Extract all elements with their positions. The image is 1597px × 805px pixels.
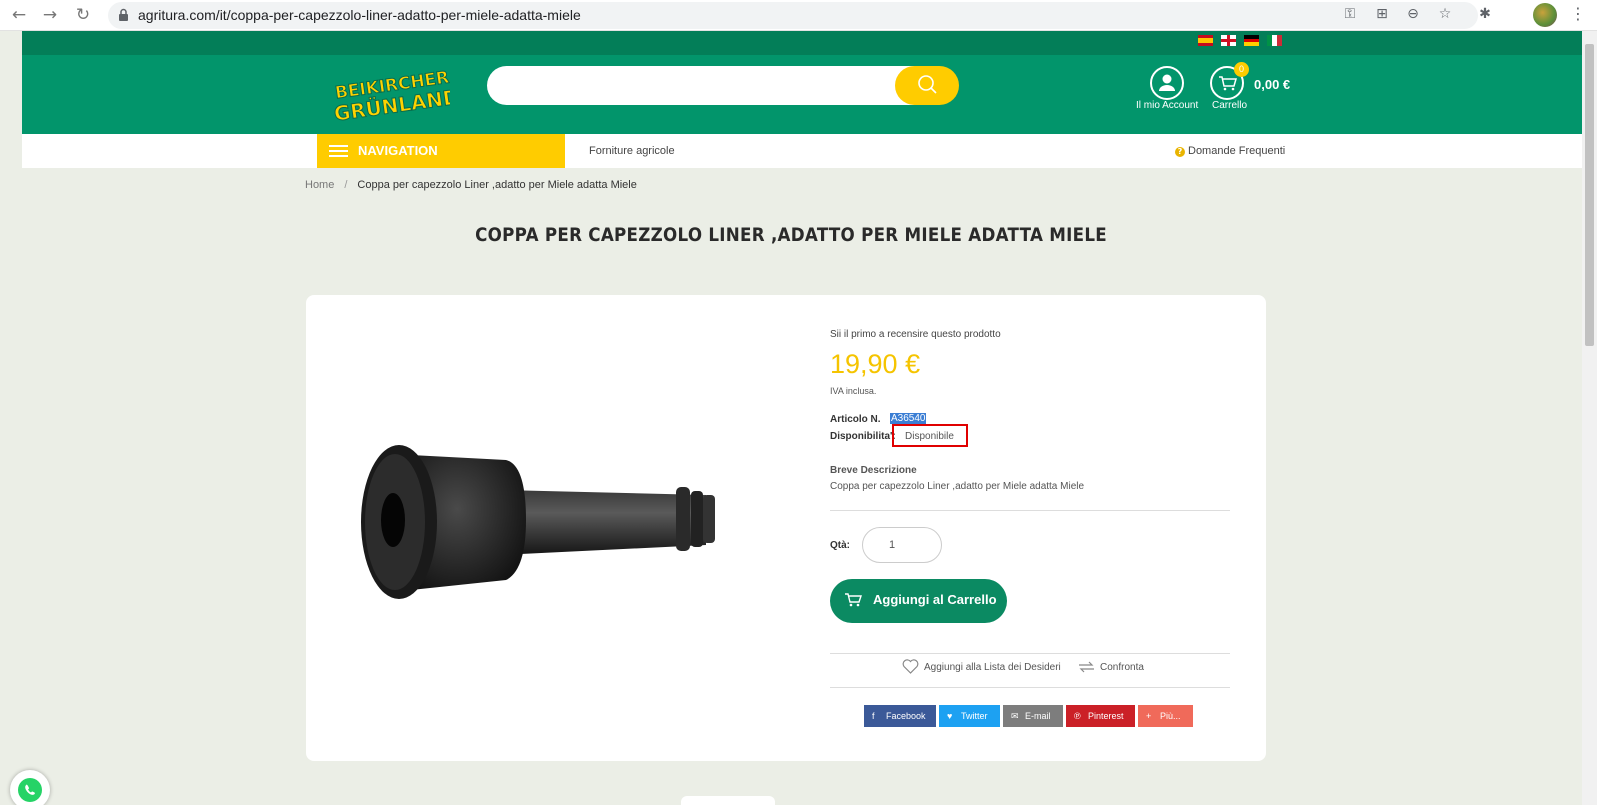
add-to-cart-button[interactable]: Aggiungi al Carrello xyxy=(830,579,1007,623)
add-to-cart-label: Aggiungi al Carrello xyxy=(873,592,997,607)
availability-label: Disponibilita': xyxy=(830,431,896,442)
compare-link[interactable]: Confronta xyxy=(1100,662,1144,673)
key-icon[interactable]: ⚿ xyxy=(1341,5,1359,23)
divider xyxy=(830,510,1230,511)
lock-icon xyxy=(119,8,128,21)
browser-toolbar: ← → ↻ agritura.com/it/coppa-per-capezzol… xyxy=(0,0,1597,31)
language-bar xyxy=(22,31,1582,55)
vat-note: IVA inclusa. xyxy=(830,386,877,396)
flag-en-icon[interactable] xyxy=(1221,35,1236,46)
breadcrumb-current: Coppa per capezzolo Liner ,adatto per Mi… xyxy=(357,179,637,191)
share-more-button[interactable]: + Più... xyxy=(1138,705,1193,727)
review-prompt-link[interactable]: Sii il primo a recensire questo prodotto xyxy=(830,329,1001,340)
product-card: Sii il primo a recensire questo prodotto… xyxy=(306,295,1266,761)
bookmark-star-icon[interactable]: ☆ xyxy=(1436,5,1454,23)
breadcrumb-home[interactable]: Home xyxy=(305,179,334,191)
browser-menu-icon[interactable]: ⋮ xyxy=(1570,4,1586,23)
zoom-out-icon[interactable]: ⊖ xyxy=(1404,5,1422,23)
flag-es-icon[interactable] xyxy=(1198,35,1213,46)
extensions-puzzle-icon[interactable]: ✱ xyxy=(1476,5,1494,23)
reload-icon[interactable]: ↻ xyxy=(72,4,94,26)
user-icon xyxy=(1159,74,1175,91)
nav-link-faq[interactable]: Domande Frequenti xyxy=(1188,145,1285,157)
scroll-to-content-tab[interactable] xyxy=(681,796,775,805)
page-scrollbar[interactable] xyxy=(1582,31,1597,805)
share-facebook-button[interactable]: f Facebook xyxy=(864,705,936,727)
pinterest-icon: ℗ xyxy=(1074,711,1081,721)
share-facebook-label: Facebook xyxy=(886,711,926,721)
search-icon xyxy=(918,75,937,94)
scrollbar-thumb[interactable] xyxy=(1585,44,1594,346)
back-arrow-icon[interactable]: ← xyxy=(8,4,30,26)
site-logo[interactable]: BEIKIRCHER GRÜNLAND xyxy=(330,67,450,123)
share-email-label: E-mail xyxy=(1025,710,1051,721)
navigation-label: NAVIGATION xyxy=(358,143,438,158)
quantity-input[interactable] xyxy=(862,527,942,563)
product-price: 19,90 € xyxy=(830,349,921,379)
share-pinterest-button[interactable]: ℗ Pinterest xyxy=(1066,705,1135,727)
sku-label: Articolo N. xyxy=(830,414,881,425)
breadcrumb-separator: / xyxy=(344,179,348,191)
cart-label[interactable]: Carrello xyxy=(1212,100,1247,111)
compare-arrows-icon[interactable] xyxy=(1077,660,1096,674)
nav-link-forniture-agricole[interactable]: Forniture agricole xyxy=(589,145,675,157)
breadcrumb: Home / Coppa per capezzolo Liner ,adatto p… xyxy=(305,179,637,191)
availability-value: Disponibile xyxy=(905,431,954,442)
site-header: BEIKIRCHER GRÜNLAND Il mio Account 0 Car… xyxy=(22,55,1582,134)
flag-it-icon[interactable] xyxy=(1267,35,1282,46)
share-email-button[interactable]: ✉ E-mail xyxy=(1003,705,1063,727)
forward-arrow-icon[interactable]: → xyxy=(39,4,61,26)
translate-icon[interactable]: ⊞ xyxy=(1373,5,1391,23)
share-twitter-label: Twitter xyxy=(961,711,988,721)
facebook-icon: f xyxy=(872,711,875,721)
share-twitter-button[interactable]: ♥ Twitter xyxy=(939,705,1000,727)
divider xyxy=(830,687,1230,688)
whatsapp-icon xyxy=(18,778,42,802)
profile-avatar[interactable] xyxy=(1533,3,1557,27)
product-image[interactable] xyxy=(351,435,736,605)
search-input[interactable] xyxy=(487,66,953,105)
twitter-icon: ♥ xyxy=(947,711,953,721)
heart-icon[interactable] xyxy=(902,659,919,674)
share-pinterest-label: Pinterest xyxy=(1088,711,1124,721)
cart-count-badge: 0 xyxy=(1234,62,1249,77)
url-text: agritura.com/it/coppa-per-capezzolo-line… xyxy=(138,7,581,23)
short-description-text: Coppa per capezzolo Liner ,adatto per Mi… xyxy=(830,481,1085,492)
page-title: COPPA PER CAPEZZOLO LINER ,ADATTO PER MI… xyxy=(475,224,1107,246)
cart-total[interactable]: 0,00 € xyxy=(1254,77,1290,92)
wishlist-link[interactable]: Aggiungi alla Lista dei Desideri xyxy=(924,662,1061,673)
question-icon: ? xyxy=(1175,147,1185,157)
account-button[interactable] xyxy=(1150,66,1184,100)
envelope-icon: ✉ xyxy=(1011,710,1019,721)
search-button[interactable] xyxy=(895,66,959,105)
address-bar[interactable]: agritura.com/it/coppa-per-capezzolo-line… xyxy=(108,2,1478,29)
navigation-menu-button[interactable]: NAVIGATION xyxy=(317,134,565,168)
share-more-label: Più... xyxy=(1160,711,1181,721)
plus-icon: + xyxy=(1146,711,1152,721)
cart-icon xyxy=(845,593,862,607)
hamburger-menu-icon xyxy=(329,145,348,157)
quantity-label: Qtà: xyxy=(830,540,850,551)
flag-de-icon[interactable] xyxy=(1244,35,1259,46)
account-label[interactable]: Il mio Account xyxy=(1136,100,1198,111)
short-description-title: Breve Descrizione xyxy=(830,465,917,476)
main-navigation: NAVIGATION Forniture agricole ? Domande … xyxy=(22,134,1582,168)
whatsapp-button[interactable] xyxy=(10,770,50,805)
divider xyxy=(830,653,1230,654)
sku-value: A36540 xyxy=(890,413,927,424)
